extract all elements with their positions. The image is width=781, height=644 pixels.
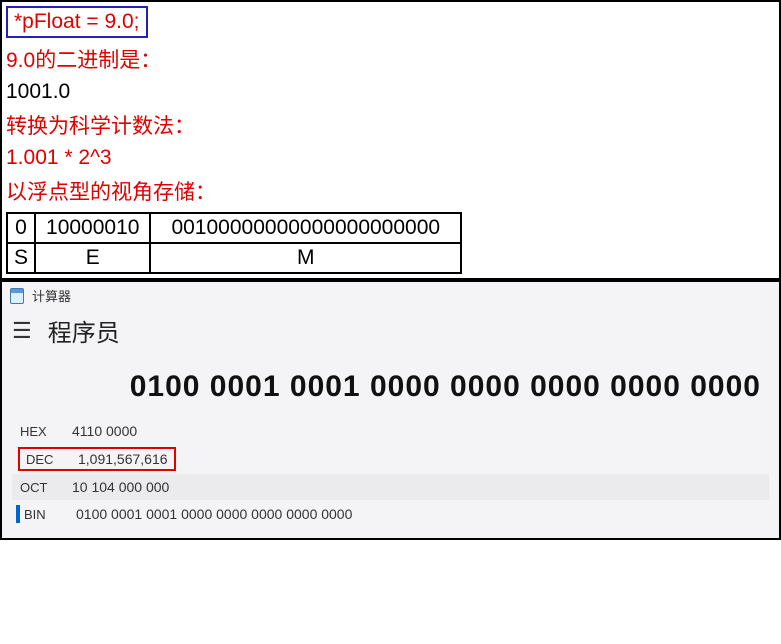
ieee-sign-value: 0 — [7, 213, 35, 243]
bin-label: BIN — [24, 507, 62, 522]
ieee-mantissa-label: M — [150, 243, 461, 273]
bin-row[interactable]: BIN 0100 0001 0001 0000 0000 0000 0000 0… — [12, 500, 769, 528]
calculator-app-title: 计算器 — [32, 286, 71, 305]
scientific-notation-value: 1.001 * 2^3 — [6, 146, 775, 170]
dec-value: 1,091,567,616 — [78, 451, 168, 467]
bin-active-marker — [16, 505, 20, 523]
calculator-header: ☰ 程序员 — [2, 309, 779, 352]
calculator-display: 0100 0001 0001 0000 0000 0000 0000 0000 — [2, 352, 779, 418]
ieee-exponent-value: 10000010 — [35, 213, 150, 243]
bin-value: 0100 0001 0001 0000 0000 0000 0000 0000 — [76, 506, 352, 522]
hamburger-menu-icon[interactable]: ☰ — [12, 320, 32, 342]
binary-value: 1001.0 — [6, 80, 775, 104]
calculator-mode: 程序员 — [48, 313, 120, 348]
calculator-window: 计算器 ☰ 程序员 0100 0001 0001 0000 0000 0000 … — [0, 280, 781, 540]
oct-row[interactable]: OCT 10 104 000 000 — [12, 474, 769, 500]
explanation-panel: *pFloat = 9.0; 9.0的二进制是： 1001.0 转换为科学计数法… — [0, 0, 781, 280]
dec-label: DEC — [26, 452, 64, 467]
ieee754-table: 0 10000010 00100000000000000000000 S E M — [6, 212, 462, 274]
code-assignment-box: *pFloat = 9.0; — [6, 6, 148, 38]
number-system-rows: HEX 4110 0000 DEC 1,091,567,616 OCT 10 1… — [2, 418, 779, 538]
ieee-exponent-label: E — [35, 243, 150, 273]
float-view-label: 以浮点型的视角存储： — [6, 176, 775, 206]
calculator-icon — [10, 288, 24, 304]
hex-label: HEX — [20, 424, 58, 439]
hex-value: 4110 0000 — [72, 423, 137, 439]
dec-highlight-box: DEC 1,091,567,616 — [18, 447, 176, 471]
code-assignment: *pFloat = 9.0; — [14, 10, 140, 33]
scientific-notation-label: 转换为科学计数法： — [6, 110, 775, 140]
calculator-titlebar: 计算器 — [2, 282, 779, 309]
binary-label: 9.0的二进制是： — [6, 44, 775, 74]
hex-row[interactable]: HEX 4110 0000 — [12, 418, 769, 444]
dec-row[interactable]: DEC 1,091,567,616 — [12, 444, 769, 474]
oct-value: 10 104 000 000 — [72, 479, 169, 495]
ieee-sign-label: S — [7, 243, 35, 273]
oct-label: OCT — [20, 480, 58, 495]
ieee-mantissa-value: 00100000000000000000000 — [150, 213, 461, 243]
